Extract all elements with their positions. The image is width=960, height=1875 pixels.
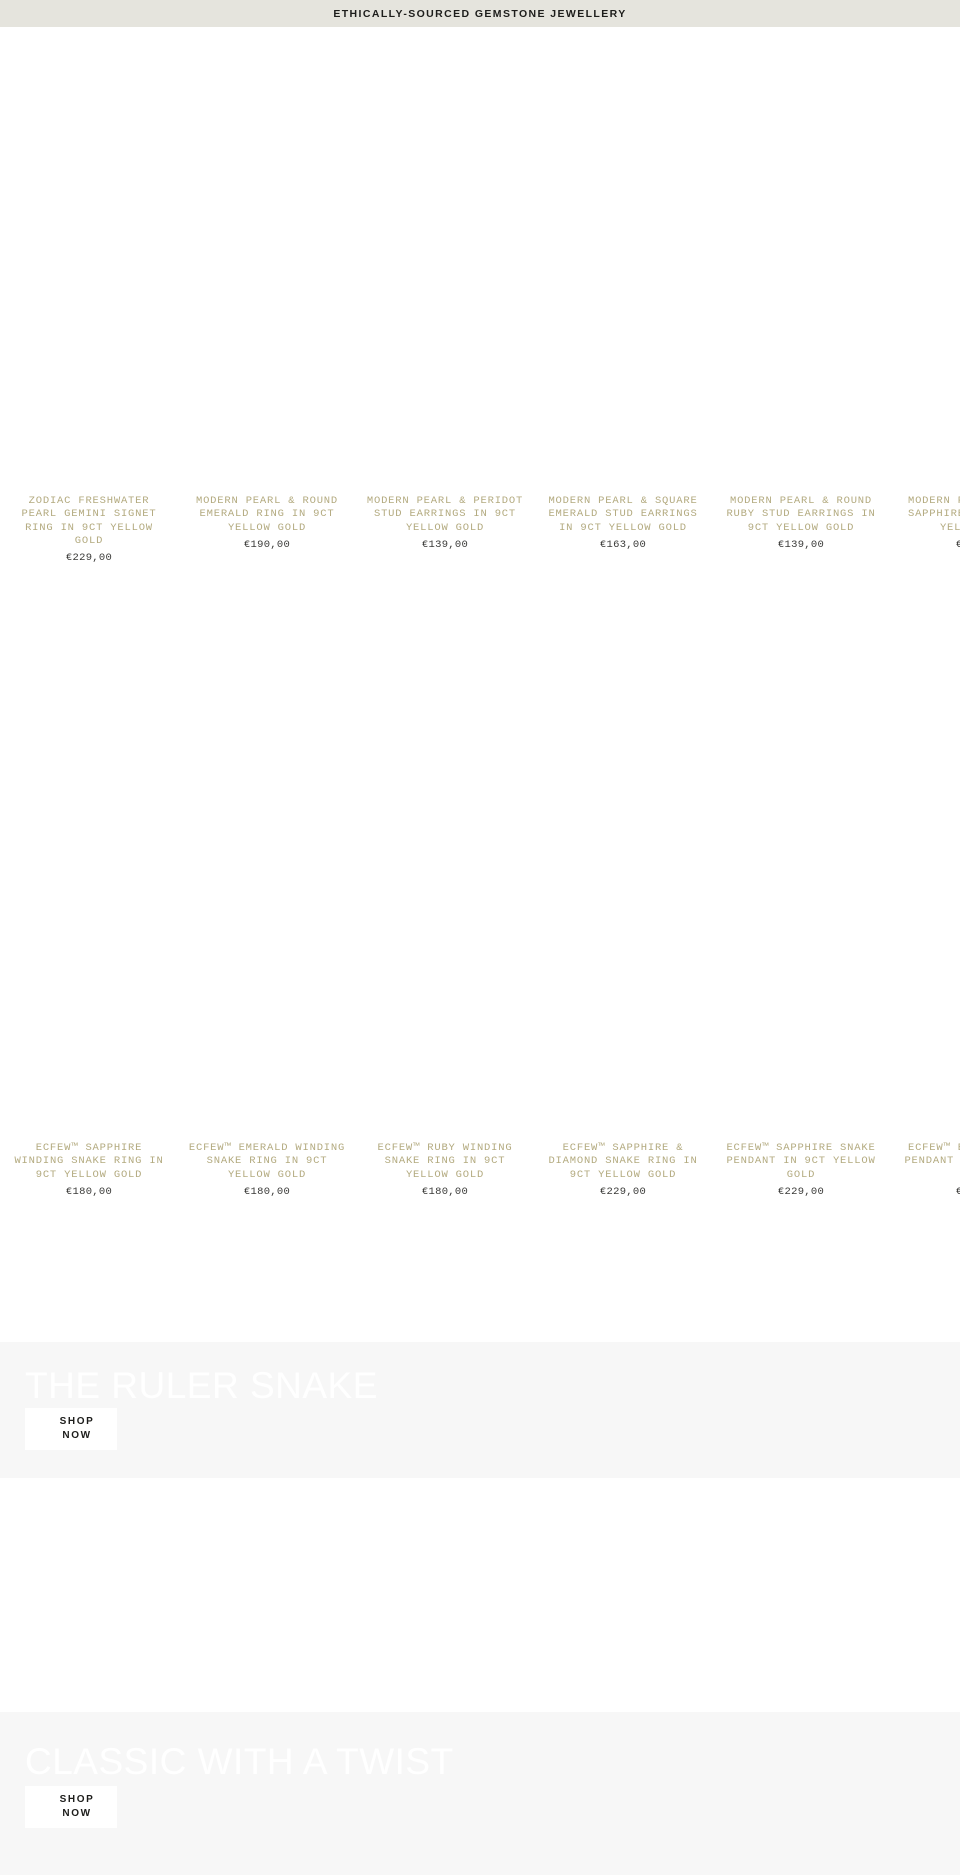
product-image[interactable] (186, 27, 348, 495)
product-price: €229,00 (599, 1185, 647, 1198)
promo-content: CLASSIC WITH A TWIST SHOP NOW (25, 1712, 905, 1875)
product-title: MODERN PEARL & SQUARE EMERALD STUD EARRI… (548, 495, 698, 534)
product-title: ECFEW™ RUBY WINDING SNAKE RING IN 9CT YE… (377, 1142, 513, 1181)
product-price: €139,00 (421, 538, 469, 551)
product-image[interactable] (364, 587, 526, 1142)
product-price: €229,00 (777, 1185, 825, 1198)
promo-banner-classic-twist[interactable]: CLASSIC WITH A TWIST SHOP NOW (0, 1712, 960, 1875)
product-title: ECFEW™ SAPPHIRE WINDING SNAKE RING IN 9C… (14, 1142, 164, 1181)
product-card[interactable]: MODERN PEARL & SQUARE EMERALD STUD EARRI… (534, 27, 712, 552)
product-title: MODERN PEARL & ROUND SAPPHIRE RING IN 9C… (907, 495, 960, 534)
shop-now-button[interactable]: SHOP NOW (25, 1786, 117, 1828)
product-carousel-featured[interactable]: ZODIAC FRESHWATER PEARL GEMINI SIGNET RI… (0, 27, 960, 587)
product-card[interactable]: MODERN PEARL & ROUND EMERALD RING IN 9CT… (178, 27, 356, 552)
product-image[interactable] (364, 27, 526, 495)
carousel-track[interactable]: ECFEW™ SAPPHIRE WINDING SNAKE RING IN 9C… (0, 587, 960, 1199)
product-price: €180,00 (243, 1185, 291, 1198)
product-image[interactable] (542, 27, 704, 495)
promo-heading: THE RULER SNAKE (25, 1365, 378, 1406)
product-image[interactable] (720, 587, 882, 1142)
shop-now-label-line1: SHOP (59, 1794, 95, 1805)
product-price: €190,00 (955, 538, 960, 551)
product-price: €229,00 (65, 552, 113, 565)
product-card[interactable]: MODERN PEARL & ROUND RUBY STUD EARRINGS … (712, 27, 890, 552)
product-card[interactable]: ECFEW™ RUBY WINDING SNAKE RING IN 9CT YE… (356, 587, 534, 1199)
product-card[interactable]: ECFEW™ EMERALD WINDING SNAKE RING IN 9CT… (178, 587, 356, 1199)
shop-now-label-line1: SHOP (59, 1416, 95, 1427)
promo-content: THE RULER SNAKE SHOP NOW (25, 1342, 905, 1478)
shop-now-button[interactable]: SHOP NOW (25, 1408, 117, 1450)
product-card[interactable]: MODERN PEARL & ROUND SAPPHIRE RING IN 9C… (890, 27, 960, 552)
product-image[interactable] (8, 587, 170, 1142)
product-image[interactable] (898, 587, 960, 1142)
product-price: €229,00 (955, 1185, 960, 1198)
product-card[interactable]: ECFEW™ SAPPHIRE WINDING SNAKE RING IN 9C… (0, 587, 178, 1199)
product-card[interactable]: ECFEW™ SAPPHIRE SNAKE PENDANT IN 9CT YEL… (712, 587, 890, 1199)
product-image[interactable] (898, 27, 960, 495)
product-image[interactable] (186, 587, 348, 1142)
product-title: ZODIAC FRESHWATER PEARL GEMINI SIGNET RI… (21, 495, 157, 547)
product-price: €163,00 (599, 538, 647, 551)
announcement-bar: ETHICALLY-SOURCED GEMSTONE JEWELLERY (0, 0, 960, 27)
announcement-text: ETHICALLY-SOURCED GEMSTONE JEWELLERY (333, 7, 627, 20)
product-title: ECFEW™ EMERALD SNAKE PENDANT IN 9CT YELL… (904, 1142, 960, 1168)
product-price: €180,00 (421, 1185, 469, 1198)
product-image[interactable] (542, 587, 704, 1142)
product-image[interactable] (720, 27, 882, 495)
carousel-track[interactable]: ZODIAC FRESHWATER PEARL GEMINI SIGNET RI… (0, 27, 960, 566)
product-title: ECFEW™ SAPPHIRE & DIAMOND SNAKE RING IN … (548, 1142, 698, 1181)
product-title: MODERN PEARL & PERIDOT STUD EARRINGS IN … (366, 495, 524, 534)
product-image[interactable] (8, 27, 170, 495)
shop-now-label-line2: NOW (62, 1430, 92, 1441)
product-title: ECFEW™ SAPPHIRE SNAKE PENDANT IN 9CT YEL… (726, 1142, 876, 1181)
product-carousel-snakes[interactable]: ECFEW™ SAPPHIRE WINDING SNAKE RING IN 9C… (0, 587, 960, 1237)
promo-heading: CLASSIC WITH A TWIST (25, 1741, 454, 1782)
product-title: MODERN PEARL & ROUND RUBY STUD EARRINGS … (726, 495, 876, 534)
product-card[interactable]: ECFEW™ EMERALD SNAKE PENDANT IN 9CT YELL… (890, 587, 960, 1199)
product-title: MODERN PEARL & ROUND EMERALD RING IN 9CT… (195, 495, 339, 534)
section-spacer (0, 1237, 960, 1342)
section-spacer (0, 1478, 960, 1712)
shop-now-label-line2: NOW (62, 1808, 92, 1819)
product-card[interactable]: ZODIAC FRESHWATER PEARL GEMINI SIGNET RI… (0, 27, 178, 566)
product-title: ECFEW™ EMERALD WINDING SNAKE RING IN 9CT… (188, 1142, 346, 1181)
product-price: €180,00 (65, 1185, 113, 1198)
product-card[interactable]: ECFEW™ SAPPHIRE & DIAMOND SNAKE RING IN … (534, 587, 712, 1199)
product-price: €190,00 (243, 538, 291, 551)
promo-banner-ruler-snake[interactable]: THE RULER SNAKE SHOP NOW (0, 1342, 960, 1478)
product-price: €139,00 (777, 538, 825, 551)
product-card[interactable]: MODERN PEARL & PERIDOT STUD EARRINGS IN … (356, 27, 534, 552)
